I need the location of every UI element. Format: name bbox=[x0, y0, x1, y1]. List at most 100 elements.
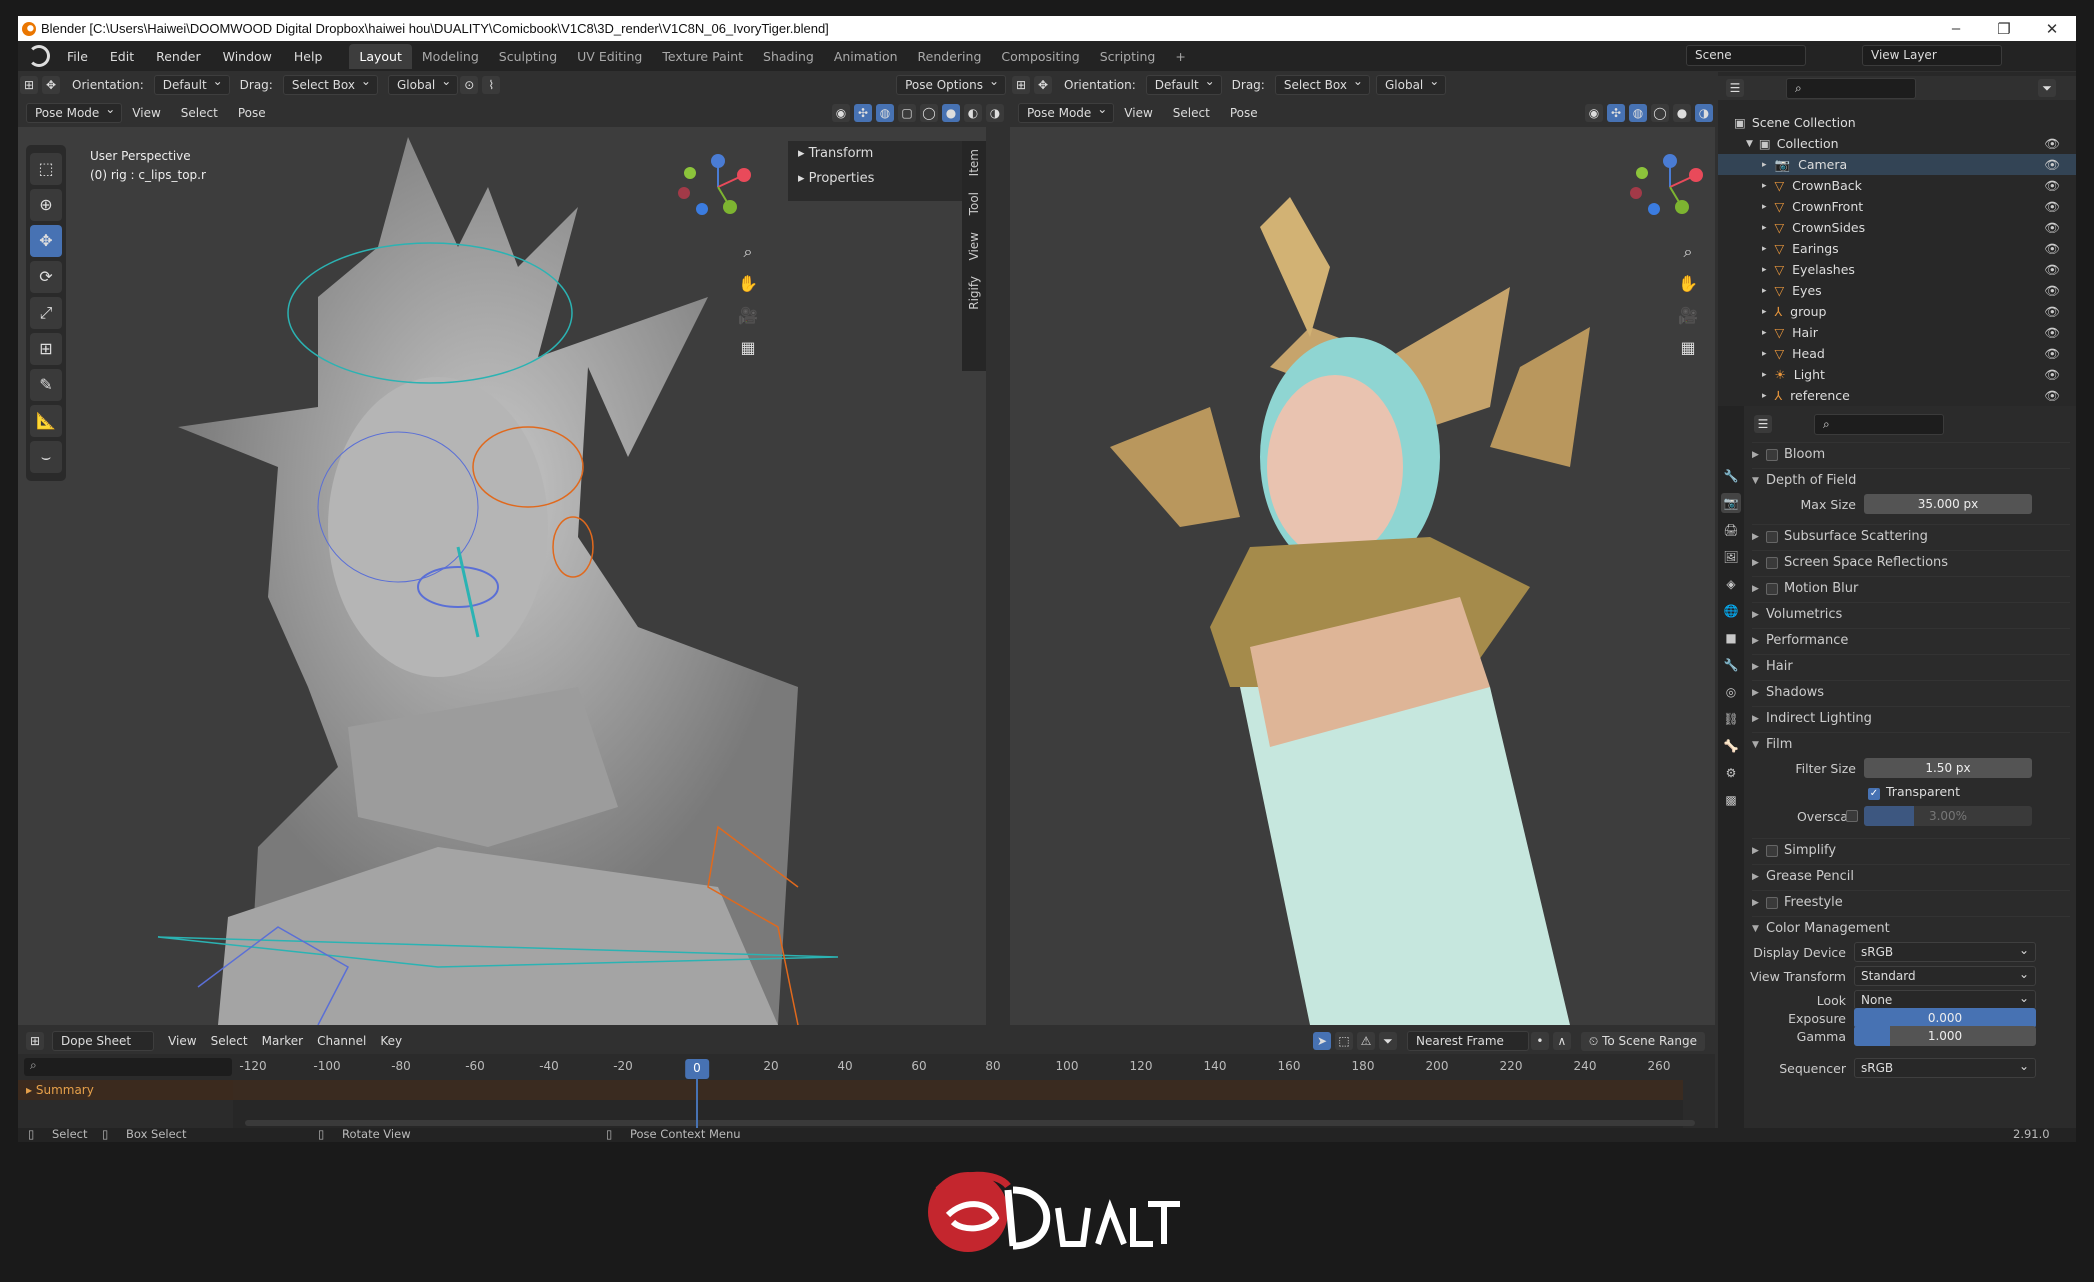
overlay-icon[interactable]: ◍ bbox=[1629, 104, 1647, 122]
outliner-item-crownsides[interactable]: ▸ ▽ CrownSides 👁 bbox=[1718, 217, 2076, 238]
menu-select[interactable]: Select bbox=[1165, 103, 1218, 123]
menu-marker[interactable]: Marker bbox=[262, 1034, 303, 1048]
view-layer-selector[interactable]: View Layer bbox=[1862, 45, 2002, 66]
horizontal-scrollbar[interactable] bbox=[245, 1120, 1695, 1126]
visibility-eye-icon[interactable]: 👁 bbox=[2044, 157, 2060, 173]
properties-editor-icon[interactable]: ☰ bbox=[1754, 415, 1772, 433]
annotate-tool-icon[interactable]: ✎ bbox=[30, 369, 62, 401]
outliner-item-eyes[interactable]: ▸ ▽ Eyes 👁 bbox=[1718, 280, 2076, 301]
pose-options-dropdown[interactable]: Pose Options bbox=[896, 74, 1006, 95]
channel-search-input[interactable]: ⌕ bbox=[24, 1058, 232, 1076]
wireframe-shading-icon[interactable]: ◯ bbox=[920, 104, 938, 122]
outliner-item-reference[interactable]: ▸ ⅄ reference 👁 bbox=[1718, 385, 2076, 406]
render-tab-icon[interactable]: 📷 bbox=[1721, 493, 1741, 513]
section-film[interactable]: ▼ Film bbox=[1752, 732, 2070, 756]
menu-pose[interactable]: Pose bbox=[230, 103, 274, 123]
visibility-eye-icon[interactable]: 👁 bbox=[2044, 220, 2060, 236]
section-depth-of-field[interactable]: ▼ Depth of Field bbox=[1752, 468, 2070, 492]
menu-view[interactable]: View bbox=[168, 1034, 196, 1048]
view-layer-tab-icon[interactable]: 🖼 bbox=[1721, 547, 1741, 567]
visibility-eye-icon[interactable]: 👁 bbox=[2044, 304, 2060, 320]
navigation-gizmo-icon[interactable] bbox=[678, 147, 758, 227]
navigation-gizmo-icon[interactable] bbox=[1630, 147, 1710, 227]
summary-channel[interactable]: ▸ Summary bbox=[18, 1080, 233, 1100]
expand-icon[interactable]: ▸ bbox=[1762, 265, 1767, 275]
timeline-ruler[interactable]: -120 -100 -80 -60 -40 -20 0 20 40 60 80 100 120 140 16… bbox=[233, 1056, 1713, 1079]
scale-tool-icon[interactable]: ⤢ bbox=[30, 297, 62, 329]
display-mode-icon[interactable]: ☰ bbox=[1726, 79, 1744, 97]
section-freestyle[interactable]: ▶ Freestyle bbox=[1752, 890, 2070, 914]
section-indirect-lighting[interactable]: ▶ Indirect Lighting bbox=[1752, 706, 2070, 730]
tab-texture-paint[interactable]: Texture Paint bbox=[652, 44, 753, 69]
tab-view[interactable]: View bbox=[967, 232, 981, 260]
world-tab-icon[interactable]: 🌐 bbox=[1721, 601, 1741, 621]
solid-shading-icon[interactable]: ● bbox=[1673, 104, 1691, 122]
transform-tool-icon[interactable]: ⊞ bbox=[30, 333, 62, 365]
minimize-icon[interactable]: – bbox=[1932, 20, 1980, 37]
gamma-slider[interactable]: 1.000 bbox=[1854, 1026, 2036, 1046]
scene-collection-row[interactable]: ▣ Scene Collection bbox=[1718, 112, 2076, 133]
outliner-item-hair[interactable]: ▸ ▽ Hair 👁 bbox=[1718, 322, 2076, 343]
section-motion-blur[interactable]: ▶ Motion Blur bbox=[1752, 576, 2070, 600]
falloff-icon[interactable]: ∧ bbox=[1552, 1032, 1571, 1050]
object-tab-icon[interactable]: ■ bbox=[1721, 628, 1741, 648]
outliner-item-earings[interactable]: ▸ ▽ Earings 👁 bbox=[1718, 238, 2076, 259]
enable-checkbox[interactable] bbox=[1766, 530, 1778, 543]
current-frame-indicator[interactable]: 0 bbox=[685, 1059, 709, 1079]
select-box-tool-icon[interactable]: ⬚ bbox=[30, 153, 62, 185]
visibility-eye-icon[interactable]: 👁 bbox=[2044, 388, 2060, 404]
move-tool-icon[interactable]: ✥ bbox=[30, 225, 62, 257]
visibility-icon[interactable]: ◉ bbox=[1585, 104, 1603, 122]
section-color-management[interactable]: ▼ Color Management bbox=[1752, 916, 2070, 940]
expand-icon[interactable]: ▸ bbox=[1762, 244, 1767, 254]
expand-icon[interactable]: ▸ bbox=[1762, 307, 1767, 317]
outliner-search-input[interactable]: ⌕ bbox=[1786, 77, 1916, 99]
transform-orientation-dropdown[interactable]: Global bbox=[1375, 74, 1447, 95]
editor-type-icon[interactable]: ⊞ bbox=[20, 76, 38, 94]
right-3d-viewport[interactable]: ⌕ ✋ 🎥 ▦ bbox=[1010, 127, 1715, 1025]
menu-select[interactable]: Select bbox=[211, 1034, 248, 1048]
look-dropdown[interactable]: None ⌄ bbox=[1854, 990, 2036, 1010]
menu-pose[interactable]: Pose bbox=[1222, 103, 1266, 123]
tab-sculpting[interactable]: Sculpting bbox=[489, 44, 567, 69]
wireframe-shading-icon[interactable]: ◯ bbox=[1651, 104, 1669, 122]
drag-dropdown[interactable]: Select Box bbox=[282, 74, 378, 95]
section-screen-space-reflections[interactable]: ▶ Screen Space Reflections bbox=[1752, 550, 2070, 574]
tab-shading[interactable]: Shading bbox=[753, 44, 824, 69]
snap-dropdown[interactable]: Nearest Frame bbox=[1406, 1031, 1529, 1051]
section-bloom[interactable]: ▶ Bloom bbox=[1752, 442, 2070, 466]
measure-tool-icon[interactable]: 📐 bbox=[30, 405, 62, 437]
panel-transform[interactable]: ▸ Transform bbox=[788, 141, 986, 166]
enable-checkbox[interactable] bbox=[1766, 582, 1778, 595]
exposure-slider[interactable]: 0.000 bbox=[1854, 1008, 2036, 1028]
visibility-eye-icon[interactable]: 👁 bbox=[2044, 346, 2060, 362]
overscan-checkbox[interactable] bbox=[1846, 810, 1858, 822]
summary-track[interactable] bbox=[233, 1080, 1683, 1100]
tab-layout[interactable]: Layout bbox=[349, 43, 412, 69]
show-hidden-icon[interactable]: ⬚ bbox=[1334, 1032, 1353, 1050]
add-workspace-icon[interactable]: + bbox=[1165, 44, 1195, 69]
camera-view-icon[interactable]: 🎥 bbox=[733, 301, 763, 331]
expand-icon[interactable]: ▸ bbox=[1762, 391, 1767, 401]
outliner-item-eyelashes[interactable]: ▸ ▽ Eyelashes 👁 bbox=[1718, 259, 2076, 280]
visibility-eye-icon[interactable]: 👁 bbox=[2044, 283, 2060, 299]
visibility-eye-icon[interactable]: 👁 bbox=[2044, 241, 2060, 257]
menu-channel[interactable]: Channel bbox=[317, 1034, 366, 1048]
cursor-tool-icon[interactable]: ⊕ bbox=[30, 189, 62, 221]
material-shading-icon[interactable]: ◐ bbox=[964, 104, 982, 122]
section-shadows[interactable]: ▶ Shadows bbox=[1752, 680, 2070, 704]
visibility-eye-icon[interactable]: 👁 bbox=[2044, 136, 2060, 152]
visibility-eye-icon[interactable]: 👁 bbox=[2044, 178, 2060, 194]
drag-dropdown[interactable]: Select Box bbox=[1274, 74, 1370, 95]
rotate-tool-icon[interactable]: ⟳ bbox=[30, 261, 62, 293]
view-transform-dropdown[interactable]: Standard ⌄ bbox=[1854, 966, 2036, 986]
overlay-icon[interactable]: ◍ bbox=[876, 104, 894, 122]
visibility-eye-icon[interactable]: 👁 bbox=[2044, 367, 2060, 383]
scene-selector[interactable]: Scene bbox=[1686, 45, 1806, 66]
orientation-dropdown[interactable]: Default bbox=[1145, 74, 1222, 95]
camera-view-icon[interactable]: 🎥 bbox=[1673, 301, 1703, 331]
close-icon[interactable]: ✕ bbox=[2028, 20, 2076, 38]
pivot-point-icon[interactable]: ⊙ bbox=[460, 76, 479, 94]
expand-icon[interactable]: ▼ bbox=[1746, 139, 1753, 149]
orientation-dropdown[interactable]: Default bbox=[153, 74, 230, 95]
